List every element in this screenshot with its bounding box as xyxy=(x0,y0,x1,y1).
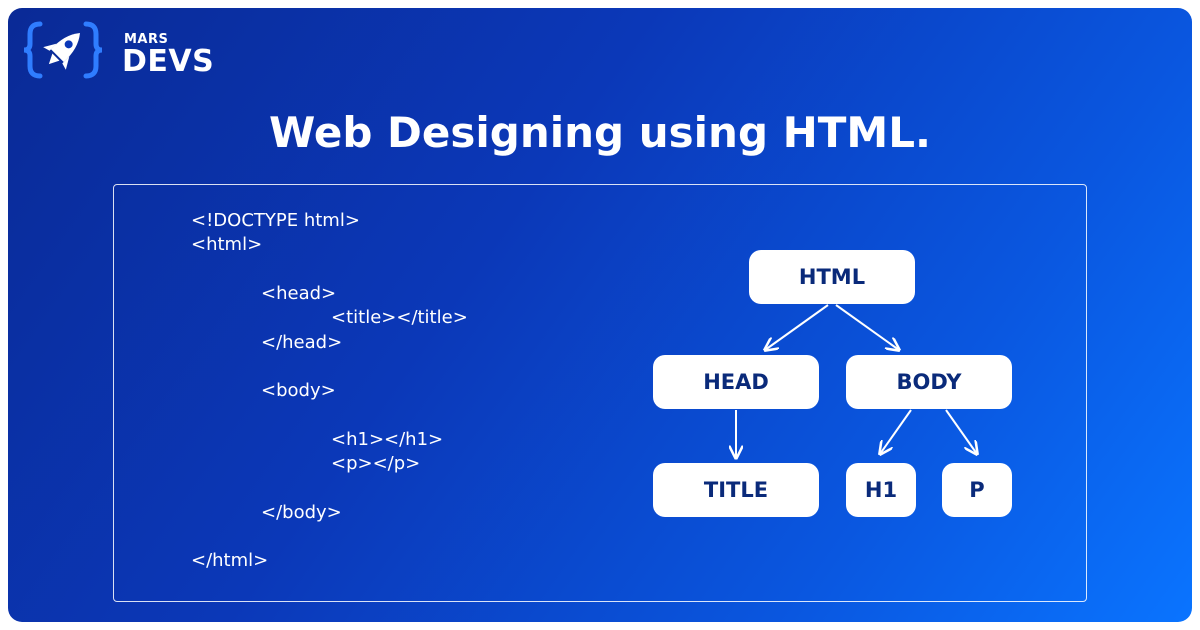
node-body: BODY xyxy=(846,355,1012,409)
edge-html-head xyxy=(765,304,829,350)
node-h1: H1 xyxy=(846,463,916,517)
edge-body-h1 xyxy=(880,409,912,454)
node-html: HTML xyxy=(749,250,915,304)
content-frame: <!DOCTYPE html> <html> <head> <title></t… xyxy=(113,184,1087,602)
node-p-label: P xyxy=(969,478,984,502)
node-head-label: HEAD xyxy=(703,370,769,394)
node-title: TITLE xyxy=(653,463,819,517)
edge-html-body xyxy=(835,304,899,350)
edge-body-p xyxy=(945,409,977,454)
rocket-icon xyxy=(23,21,103,79)
node-h1-label: H1 xyxy=(865,478,897,502)
node-body-label: BODY xyxy=(897,370,963,394)
logo-text-big: DEVS xyxy=(122,44,215,79)
page-title: Web Designing using HTML. xyxy=(269,108,931,157)
node-html-label: HTML xyxy=(799,265,865,289)
brand-logo: MARS DEVS xyxy=(22,18,222,82)
node-p: P xyxy=(942,463,1012,517)
banner: MARS DEVS Web Designing using HTML. <!DO… xyxy=(8,8,1192,622)
node-title-label: TITLE xyxy=(704,478,768,502)
dom-tree-diagram: HTML HEAD BODY TITLE H1 P xyxy=(653,250,1012,517)
node-head: HEAD xyxy=(653,355,819,409)
